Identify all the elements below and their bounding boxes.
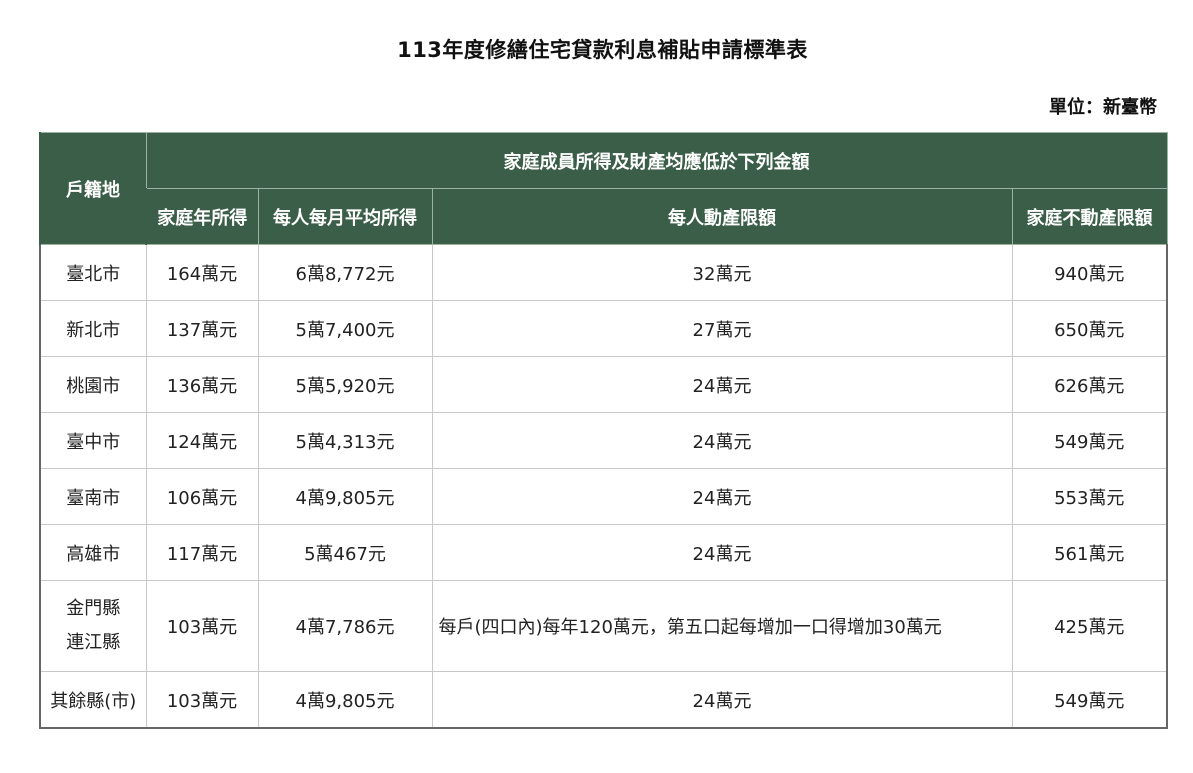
cell-income: 117萬元 bbox=[145, 524, 259, 581]
header-realestate: 家庭不動產限額 bbox=[1011, 188, 1168, 245]
header-region: 戶籍地 bbox=[39, 132, 147, 245]
table-subheader-row: 家庭年所得 每人每月平均所得 每人動產限額 家庭不動產限額 bbox=[40, 188, 1168, 245]
table-header-row: 戶籍地 家庭成員所得及財產均應低於下列金額 bbox=[39, 132, 1168, 245]
table-row: 其餘縣(市) 103萬元 4萬9,805元 24萬元 549萬元 bbox=[39, 671, 1168, 729]
cell-realestate: 650萬元 bbox=[1011, 300, 1168, 357]
cell-monthly: 4萬7,786元 bbox=[257, 580, 433, 672]
cell-region: 新北市 bbox=[39, 300, 147, 357]
cell-movable: 24萬元 bbox=[431, 671, 1013, 729]
cell-income: 137萬元 bbox=[145, 300, 259, 357]
cell-realestate: 553萬元 bbox=[1011, 468, 1168, 525]
cell-income: 103萬元 bbox=[145, 580, 259, 672]
cell-region-line2: 連江縣 bbox=[66, 632, 121, 653]
cell-region: 金門縣 連江縣 bbox=[39, 580, 147, 672]
header-monthly: 每人每月平均所得 bbox=[257, 188, 433, 245]
cell-monthly: 4萬9,805元 bbox=[257, 468, 433, 525]
cell-region: 臺中市 bbox=[39, 412, 147, 469]
standards-table: 戶籍地 家庭成員所得及財產均應低於下列金額 家庭年所得 每人每月平均所得 每人動… bbox=[39, 132, 1168, 729]
cell-monthly: 5萬5,920元 bbox=[257, 356, 433, 413]
cell-movable: 24萬元 bbox=[431, 524, 1013, 581]
table-row: 臺北市 164萬元 6萬8,772元 32萬元 940萬元 bbox=[39, 244, 1168, 301]
cell-region: 桃園市 bbox=[39, 356, 147, 413]
cell-movable: 每戶(四口內)每年120萬元，第五口起每增加一口得增加30萬元 bbox=[431, 580, 1013, 672]
table-row: 桃園市 136萬元 5萬5,920元 24萬元 626萬元 bbox=[39, 356, 1168, 413]
table-row: 新北市 137萬元 5萬7,400元 27萬元 650萬元 bbox=[39, 300, 1168, 357]
cell-region: 高雄市 bbox=[39, 524, 147, 581]
cell-realestate: 549萬元 bbox=[1011, 412, 1168, 469]
cell-realestate: 549萬元 bbox=[1011, 671, 1168, 729]
cell-region-line1: 金門縣 bbox=[66, 598, 121, 619]
page-title: 113年度修繕住宅貸款利息補貼申請標準表 bbox=[397, 38, 808, 62]
cell-income: 164萬元 bbox=[145, 244, 259, 301]
cell-income: 103萬元 bbox=[145, 671, 259, 729]
cell-monthly: 4萬9,805元 bbox=[257, 671, 433, 729]
header-movable: 每人動產限額 bbox=[431, 188, 1013, 245]
cell-region: 臺南市 bbox=[39, 468, 147, 525]
cell-region: 臺北市 bbox=[39, 244, 147, 301]
header-income: 家庭年所得 bbox=[145, 188, 259, 245]
cell-monthly: 5萬4,313元 bbox=[257, 412, 433, 469]
cell-income: 124萬元 bbox=[145, 412, 259, 469]
cell-movable: 24萬元 bbox=[431, 412, 1013, 469]
header-group: 家庭成員所得及財產均應低於下列金額 bbox=[145, 132, 1168, 189]
cell-realestate: 561萬元 bbox=[1011, 524, 1168, 581]
cell-movable: 24萬元 bbox=[431, 468, 1013, 525]
cell-monthly: 5萬7,400元 bbox=[257, 300, 433, 357]
table-row: 高雄市 117萬元 5萬467元 24萬元 561萬元 bbox=[39, 524, 1168, 581]
cell-realestate: 626萬元 bbox=[1011, 356, 1168, 413]
cell-movable: 32萬元 bbox=[431, 244, 1013, 301]
table-row: 臺南市 106萬元 4萬9,805元 24萬元 553萬元 bbox=[39, 468, 1168, 525]
cell-income: 136萬元 bbox=[145, 356, 259, 413]
cell-region: 其餘縣(市) bbox=[39, 671, 147, 729]
cell-movable: 24萬元 bbox=[431, 356, 1013, 413]
cell-monthly: 6萬8,772元 bbox=[257, 244, 433, 301]
table-row: 臺中市 124萬元 5萬4,313元 24萬元 549萬元 bbox=[39, 412, 1168, 469]
cell-realestate: 940萬元 bbox=[1011, 244, 1168, 301]
cell-realestate: 425萬元 bbox=[1011, 580, 1168, 672]
table-row: 金門縣 連江縣 103萬元 4萬7,786元 每戶(四口內)每年120萬元，第五… bbox=[39, 580, 1168, 672]
currency-unit-label: 單位：新臺幣 bbox=[1049, 97, 1157, 118]
cell-movable: 27萬元 bbox=[431, 300, 1013, 357]
cell-monthly: 5萬467元 bbox=[257, 524, 433, 581]
cell-income: 106萬元 bbox=[145, 468, 259, 525]
